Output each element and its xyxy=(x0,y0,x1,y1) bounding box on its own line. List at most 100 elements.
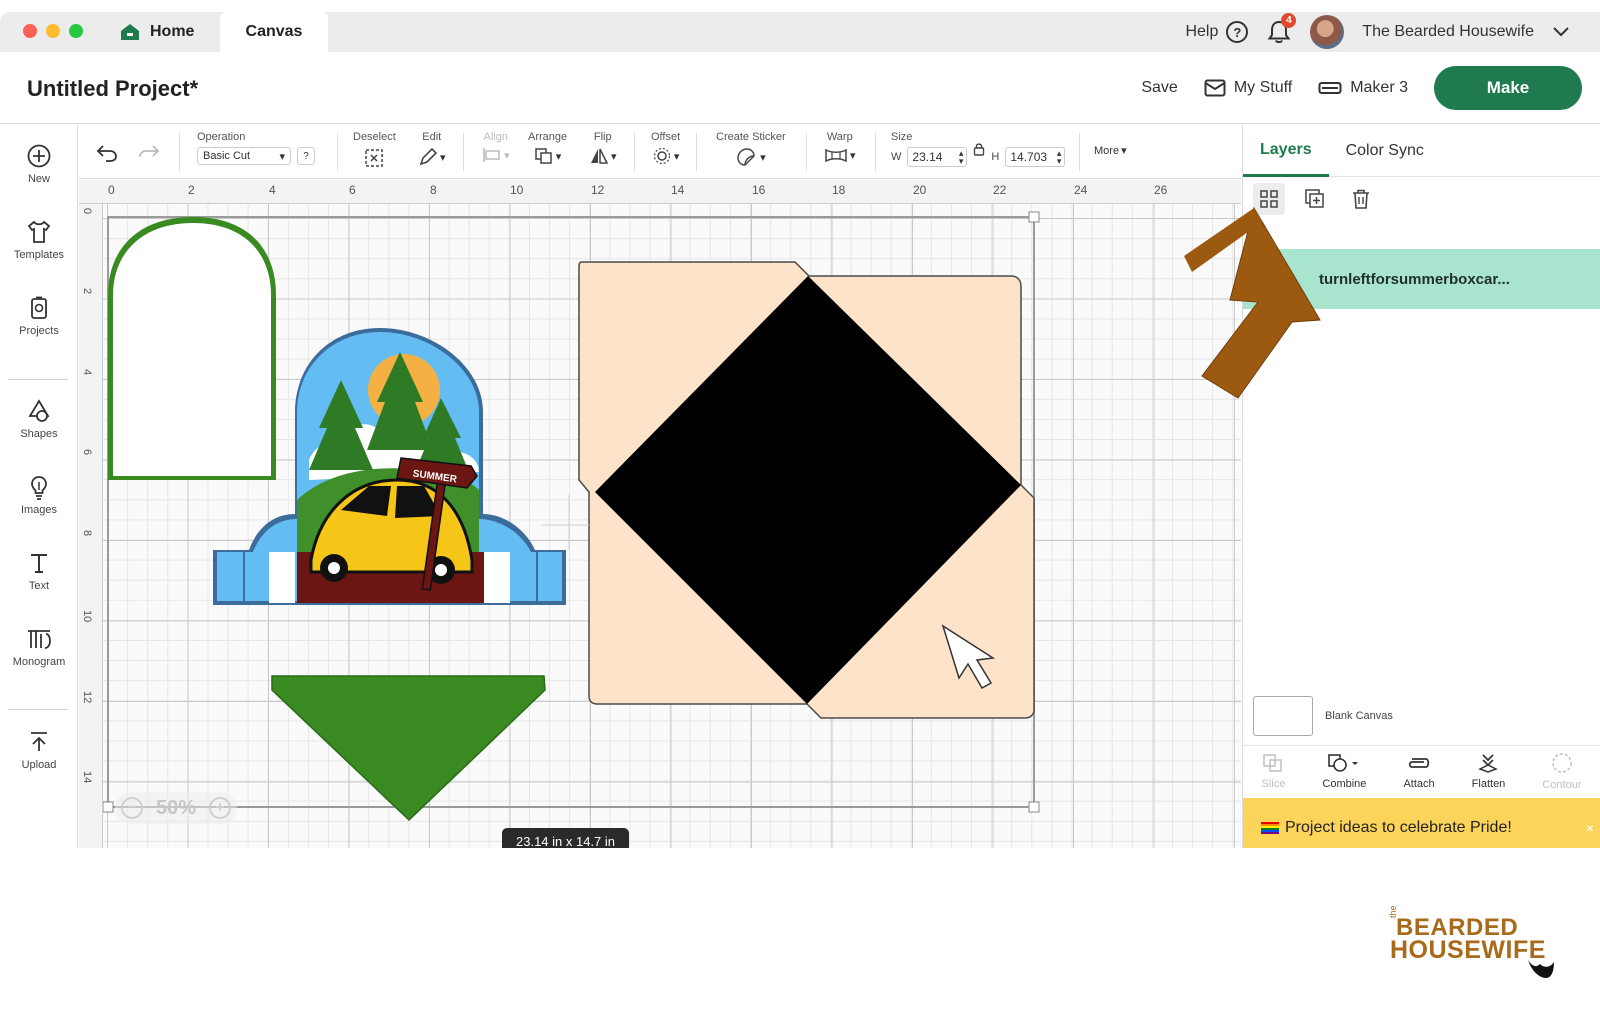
sticker-icon xyxy=(737,148,755,166)
sidebar-item-new[interactable]: New xyxy=(0,143,78,185)
ruler-vertical: 0 2 4 6 8 10 12 14 xyxy=(79,204,103,848)
project-title[interactable]: Untitled Project* xyxy=(27,76,198,102)
toolbar-divider xyxy=(179,133,180,171)
toolbar-divider xyxy=(696,133,697,171)
create-sticker-label: Create Sticker xyxy=(716,131,786,143)
caret-down-icon: ▾ xyxy=(504,149,510,162)
width-input[interactable]: 23.14 ▴ ▾ xyxy=(907,147,968,167)
sidebar-item-label: Templates xyxy=(13,249,65,261)
ruler-tick: 8 xyxy=(81,530,93,537)
arrow-annotation xyxy=(1184,206,1321,399)
sidebar-item-templates[interactable]: Templates xyxy=(0,219,78,261)
stepper-icon[interactable]: ▴ ▾ xyxy=(959,149,964,166)
arrange-button[interactable]: Arrange ▾ xyxy=(528,131,567,165)
redo-icon[interactable] xyxy=(137,143,161,163)
warp-button[interactable]: Warp ▾ xyxy=(824,131,856,163)
combine-button[interactable]: Combine xyxy=(1322,753,1366,790)
make-button[interactable]: Make xyxy=(1434,66,1582,110)
combine-label: Combine xyxy=(1322,778,1367,790)
zoom-in-button[interactable]: + xyxy=(209,797,231,819)
blank-canvas-layer[interactable]: Blank Canvas xyxy=(1253,696,1393,736)
caret-down-icon: ▾ xyxy=(611,150,617,163)
ruler-tick: 20 xyxy=(913,183,927,197)
sidebar-item-shapes[interactable]: Shapes xyxy=(0,398,78,440)
height-prefix: H xyxy=(991,151,1000,163)
slice-label: Slice xyxy=(1261,778,1286,790)
dimensions-tooltip: 23.14 in x 14.7 in xyxy=(502,828,630,848)
size-label: Size xyxy=(891,131,913,143)
tab-home[interactable]: Home xyxy=(120,12,194,52)
avatar[interactable] xyxy=(1310,15,1345,49)
warp-label: Warp xyxy=(826,131,853,143)
chevron-down-icon[interactable] xyxy=(1552,26,1570,38)
offset-label: Offset xyxy=(651,131,681,143)
design-canvas[interactable]: SUMMER 0 2 4 6 8 10 12 14 16 18 20 22 24… xyxy=(79,180,1241,848)
caret-down-icon: ▾ xyxy=(673,150,680,163)
lock-icon[interactable] xyxy=(973,142,985,156)
caret-down-icon: ▾ xyxy=(850,149,856,162)
machine-icon xyxy=(1318,82,1342,94)
warp-icon xyxy=(825,148,847,163)
sidebar-item-upload[interactable]: Upload xyxy=(0,729,78,771)
offset-button[interactable]: Offset ▾ xyxy=(651,131,680,165)
selection-handle[interactable] xyxy=(1028,211,1040,223)
undo-icon[interactable] xyxy=(95,143,119,163)
pride-flag-icon xyxy=(1261,822,1279,834)
attach-button[interactable]: Attach xyxy=(1403,753,1435,790)
pen-icon xyxy=(419,147,438,166)
tab-layers[interactable]: Layers xyxy=(1243,125,1329,177)
ruler-tick: 8 xyxy=(430,183,437,197)
offset-icon xyxy=(653,147,670,165)
close-icon[interactable]: × xyxy=(1586,820,1594,836)
user-name[interactable]: The Bearded Housewife xyxy=(1362,23,1534,41)
create-sticker-button[interactable]: Create Sticker ▾ xyxy=(716,131,786,167)
operation-help-button[interactable]: ? xyxy=(297,147,315,165)
my-stuff-button[interactable]: My Stuff xyxy=(1204,79,1292,97)
flatten-button[interactable]: Flatten xyxy=(1472,753,1505,790)
toolbar-divider xyxy=(337,133,338,171)
operation-select[interactable]: Basic Cut ▾ xyxy=(197,147,291,165)
zoom-control: − 50% + xyxy=(115,792,237,824)
project-header: Untitled Project* Save My Stuff Maker 3 … xyxy=(0,52,1600,124)
sidebar-item-monogram[interactable]: Monogram xyxy=(0,626,78,668)
deselect-button[interactable]: Deselect xyxy=(353,131,396,169)
more-button[interactable]: More ▾ xyxy=(1094,144,1127,158)
triangle-shape[interactable] xyxy=(271,675,546,822)
sidebar-item-label: Shapes xyxy=(20,428,58,440)
projects-icon xyxy=(31,296,47,319)
ruler-tick: 14 xyxy=(671,183,685,197)
delete-button[interactable] xyxy=(1345,183,1377,215)
machine-button[interactable]: Maker 3 xyxy=(1318,79,1408,97)
blank-canvas-label: Blank Canvas xyxy=(1325,710,1393,722)
stepper-icon[interactable]: ▴ ▾ xyxy=(1057,149,1062,166)
edit-button[interactable]: Edit ▾ xyxy=(418,131,446,167)
toolbar-divider xyxy=(875,133,876,171)
selection-handle[interactable] xyxy=(1028,801,1040,813)
save-button[interactable]: Save xyxy=(1141,79,1177,97)
contour-button[interactable]: Contour xyxy=(1542,752,1581,791)
selection-handle[interactable] xyxy=(102,801,114,813)
slice-button[interactable]: Slice xyxy=(1261,753,1286,790)
canvas-artwork: SUMMER xyxy=(102,211,1040,822)
sidebar-item-images[interactable]: Images xyxy=(0,474,78,516)
height-input[interactable]: 14.703 ▴ ▾ xyxy=(1005,147,1066,167)
help-button[interactable]: Help ? xyxy=(1185,21,1249,43)
promo-banner[interactable]: Project ideas to celebrate Pride! × xyxy=(1243,798,1600,848)
upload-icon xyxy=(31,732,47,751)
tab-color-sync[interactable]: Color Sync xyxy=(1329,125,1441,177)
tab-canvas[interactable]: Canvas xyxy=(220,12,328,52)
sidebar-item-text[interactable]: Text xyxy=(0,550,78,592)
minimize-window-button[interactable] xyxy=(46,24,60,38)
notifications-button[interactable]: 4 xyxy=(1266,13,1297,45)
ruler-tick: 4 xyxy=(269,183,276,197)
sidebar-item-label: New xyxy=(27,173,50,185)
close-window-button[interactable] xyxy=(23,24,37,38)
ruler-tick: 10 xyxy=(81,610,93,623)
sidebar-item-projects[interactable]: Projects xyxy=(0,295,78,337)
flip-button[interactable]: Flip ▾ xyxy=(589,131,617,165)
sidebar-divider xyxy=(8,379,68,380)
maximize-window-button[interactable] xyxy=(69,24,83,38)
zoom-out-button[interactable]: − xyxy=(121,797,143,819)
sidebar-item-label: Upload xyxy=(21,759,57,771)
ruler-tick: 16 xyxy=(752,183,766,197)
